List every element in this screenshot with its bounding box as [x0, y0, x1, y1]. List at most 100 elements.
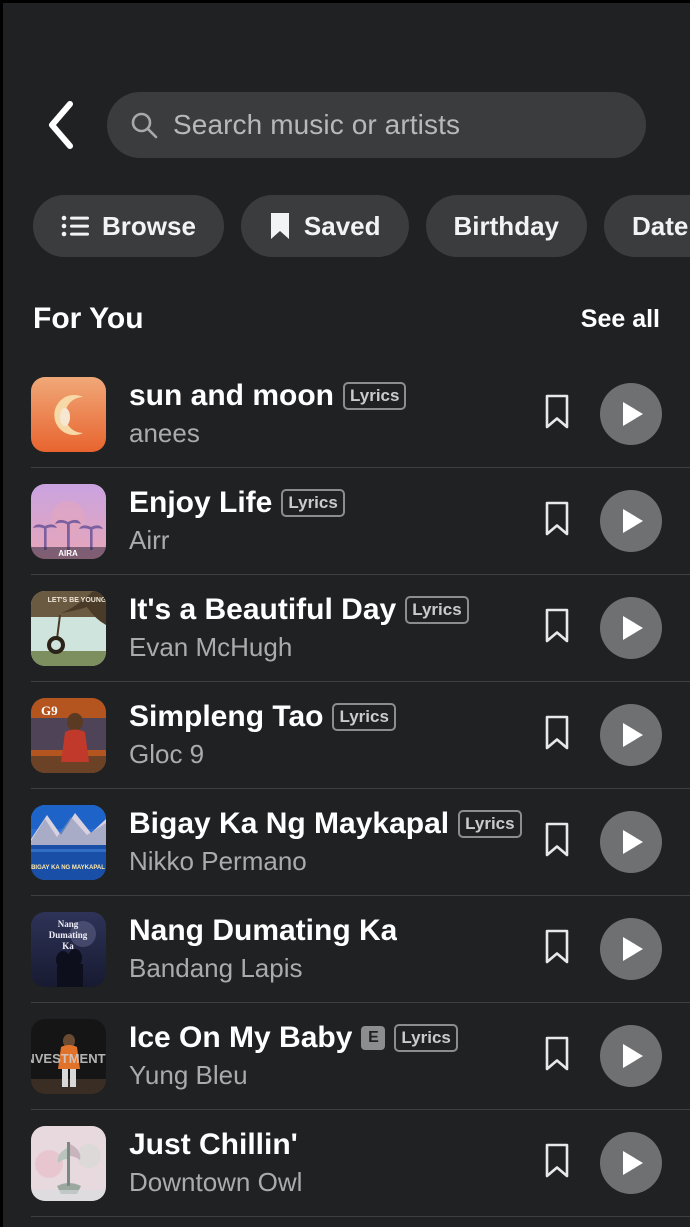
play-icon	[616, 614, 646, 642]
song-title-line: Bigay Ka Ng Maykapal Lyrics	[129, 807, 526, 841]
chip-browse[interactable]: Browse	[33, 195, 224, 257]
album-art: BIGAY KA NG MAYKAPAL	[31, 804, 106, 880]
bookmark-icon	[544, 608, 570, 649]
play-button[interactable]	[600, 490, 662, 552]
song-artist: Bandang Lapis	[129, 953, 303, 983]
bookmark-icon	[544, 1143, 570, 1184]
bookmark-button[interactable]	[540, 1034, 574, 1078]
lyrics-badge: Lyrics	[281, 489, 345, 517]
chip-birthday[interactable]: Birthday	[425, 195, 587, 257]
song-artist: Nikko Permano	[129, 846, 307, 876]
table-row[interactable]: G9 Simpleng Tao Lyrics Gloc 9	[31, 682, 690, 789]
chip-label: Saved	[303, 210, 381, 241]
bookmark-button[interactable]	[540, 499, 574, 543]
song-title: Ice On My Baby	[129, 1021, 353, 1054]
table-row[interactable]: LET'S BE YOUNG It's a Beautiful Day Lyri…	[31, 575, 690, 682]
bookmark-button[interactable]	[540, 713, 574, 757]
bookmark-icon	[544, 1036, 570, 1077]
chip-label: Birthday	[453, 210, 559, 241]
song-artist: Downtown Owl	[129, 1167, 303, 1197]
play-icon	[616, 828, 646, 856]
search-placeholder: Search music or artists	[173, 109, 461, 140]
chip-saved[interactable]: Saved	[240, 195, 409, 257]
song-info: Just Chillin' Downtown Owl	[106, 1128, 526, 1198]
song-title-line: Enjoy Life Lyrics	[129, 486, 526, 520]
play-button[interactable]	[600, 597, 662, 659]
row-actions	[526, 490, 662, 552]
song-title-line: Just Chillin'	[129, 1128, 526, 1162]
filter-chip-row[interactable]: Browse Saved Birthday Date N	[3, 191, 690, 261]
top-bar: Search music or artists	[3, 75, 690, 175]
play-button[interactable]	[600, 1132, 662, 1194]
song-info: Bigay Ka Ng Maykapal Lyrics Nikko Perman…	[106, 807, 526, 877]
song-info: Simpleng Tao Lyrics Gloc 9	[106, 700, 526, 770]
chip-label: Browse	[102, 210, 196, 241]
chip-date-night[interactable]: Date N	[604, 195, 690, 257]
table-row[interactable]: DADDY'S LOVE Daddy's Love	[31, 1217, 690, 1227]
lyrics-badge: Lyrics	[458, 810, 522, 838]
bookmark-icon	[544, 715, 570, 756]
song-artist: Yung Bleu	[129, 1060, 248, 1090]
bookmark-button[interactable]	[540, 927, 574, 971]
play-button[interactable]	[600, 1025, 662, 1087]
album-art: LET'S BE YOUNG	[31, 590, 106, 666]
search-input[interactable]: Search music or artists	[107, 92, 646, 158]
svg-text:Nang: Nang	[58, 919, 79, 929]
song-list: sun and moon Lyrics anees AIRA Enjoy Lif…	[3, 361, 690, 1227]
play-button[interactable]	[600, 811, 662, 873]
song-title-line: It's a Beautiful Day Lyrics	[129, 593, 526, 627]
song-title-line: sun and moon Lyrics	[129, 379, 526, 413]
play-button[interactable]	[600, 383, 662, 445]
song-info: It's a Beautiful Day Lyrics Evan McHugh	[106, 593, 526, 663]
song-title: It's a Beautiful Day	[129, 593, 397, 626]
table-row[interactable]: AIRA Enjoy Life Lyrics Airr	[31, 468, 690, 575]
table-row[interactable]: Nang Dumating Ka Nang Dumating Ka Bandan…	[31, 896, 690, 1003]
row-actions	[526, 918, 662, 980]
song-info: Enjoy Life Lyrics Airr	[106, 486, 526, 556]
bookmark-button[interactable]	[540, 820, 574, 864]
song-info: Ice On My Baby E Lyrics Yung Bleu	[106, 1021, 526, 1091]
bookmark-button[interactable]	[540, 1141, 574, 1185]
song-info: Nang Dumating Ka Bandang Lapis	[106, 914, 526, 984]
play-icon	[616, 400, 646, 428]
lyrics-badge: Lyrics	[343, 382, 407, 410]
see-all-link[interactable]: See all	[581, 305, 660, 334]
table-row[interactable]: sun and moon Lyrics anees	[31, 361, 690, 468]
album-art: Nang Dumating Ka	[31, 911, 106, 987]
bookmark-button[interactable]	[540, 392, 574, 436]
svg-text:INVESTMENTS: INVESTMENTS	[31, 1051, 106, 1066]
svg-text:G9: G9	[41, 703, 58, 718]
song-title: Simpleng Tao	[129, 700, 324, 733]
svg-text:LET'S BE YOUNG: LET'S BE YOUNG	[48, 597, 106, 604]
bookmark-icon	[544, 501, 570, 542]
song-title: Just Chillin'	[129, 1128, 298, 1161]
song-title: Bigay Ka Ng Maykapal	[129, 807, 450, 840]
lyrics-badge: Lyrics	[405, 596, 469, 624]
table-row[interactable]: BIGAY KA NG MAYKAPAL Bigay Ka Ng Maykapa…	[31, 789, 690, 896]
svg-text:BIGAY KA NG MAYKAPAL: BIGAY KA NG MAYKAPAL	[31, 865, 105, 871]
play-icon	[616, 1042, 646, 1070]
song-title: Nang Dumating Ka	[129, 914, 398, 947]
song-artist: Gloc 9	[129, 739, 205, 769]
chevron-left-icon	[45, 99, 77, 151]
play-button[interactable]	[600, 918, 662, 980]
chip-label: Date N	[632, 210, 690, 241]
section-header: For You See all	[3, 293, 690, 345]
table-row[interactable]: Just Chillin' Downtown Owl	[31, 1110, 690, 1217]
bookmark-icon	[269, 212, 291, 240]
row-actions	[526, 1025, 662, 1087]
play-button[interactable]	[600, 704, 662, 766]
album-art	[31, 376, 106, 452]
album-art: INVESTMENTS	[31, 1018, 106, 1094]
song-title-line: Nang Dumating Ka	[129, 914, 526, 948]
song-artist: Airr	[129, 525, 170, 555]
album-art	[31, 1125, 106, 1201]
svg-text:Ka: Ka	[62, 941, 74, 951]
bookmark-button[interactable]	[540, 606, 574, 650]
list-icon	[61, 214, 89, 238]
back-button[interactable]	[41, 95, 81, 155]
song-artist: anees	[129, 418, 200, 448]
svg-text:Dumating: Dumating	[49, 930, 88, 940]
table-row[interactable]: INVESTMENTS Ice On My Baby E Lyrics Yung …	[31, 1003, 690, 1110]
play-icon	[616, 1149, 646, 1177]
